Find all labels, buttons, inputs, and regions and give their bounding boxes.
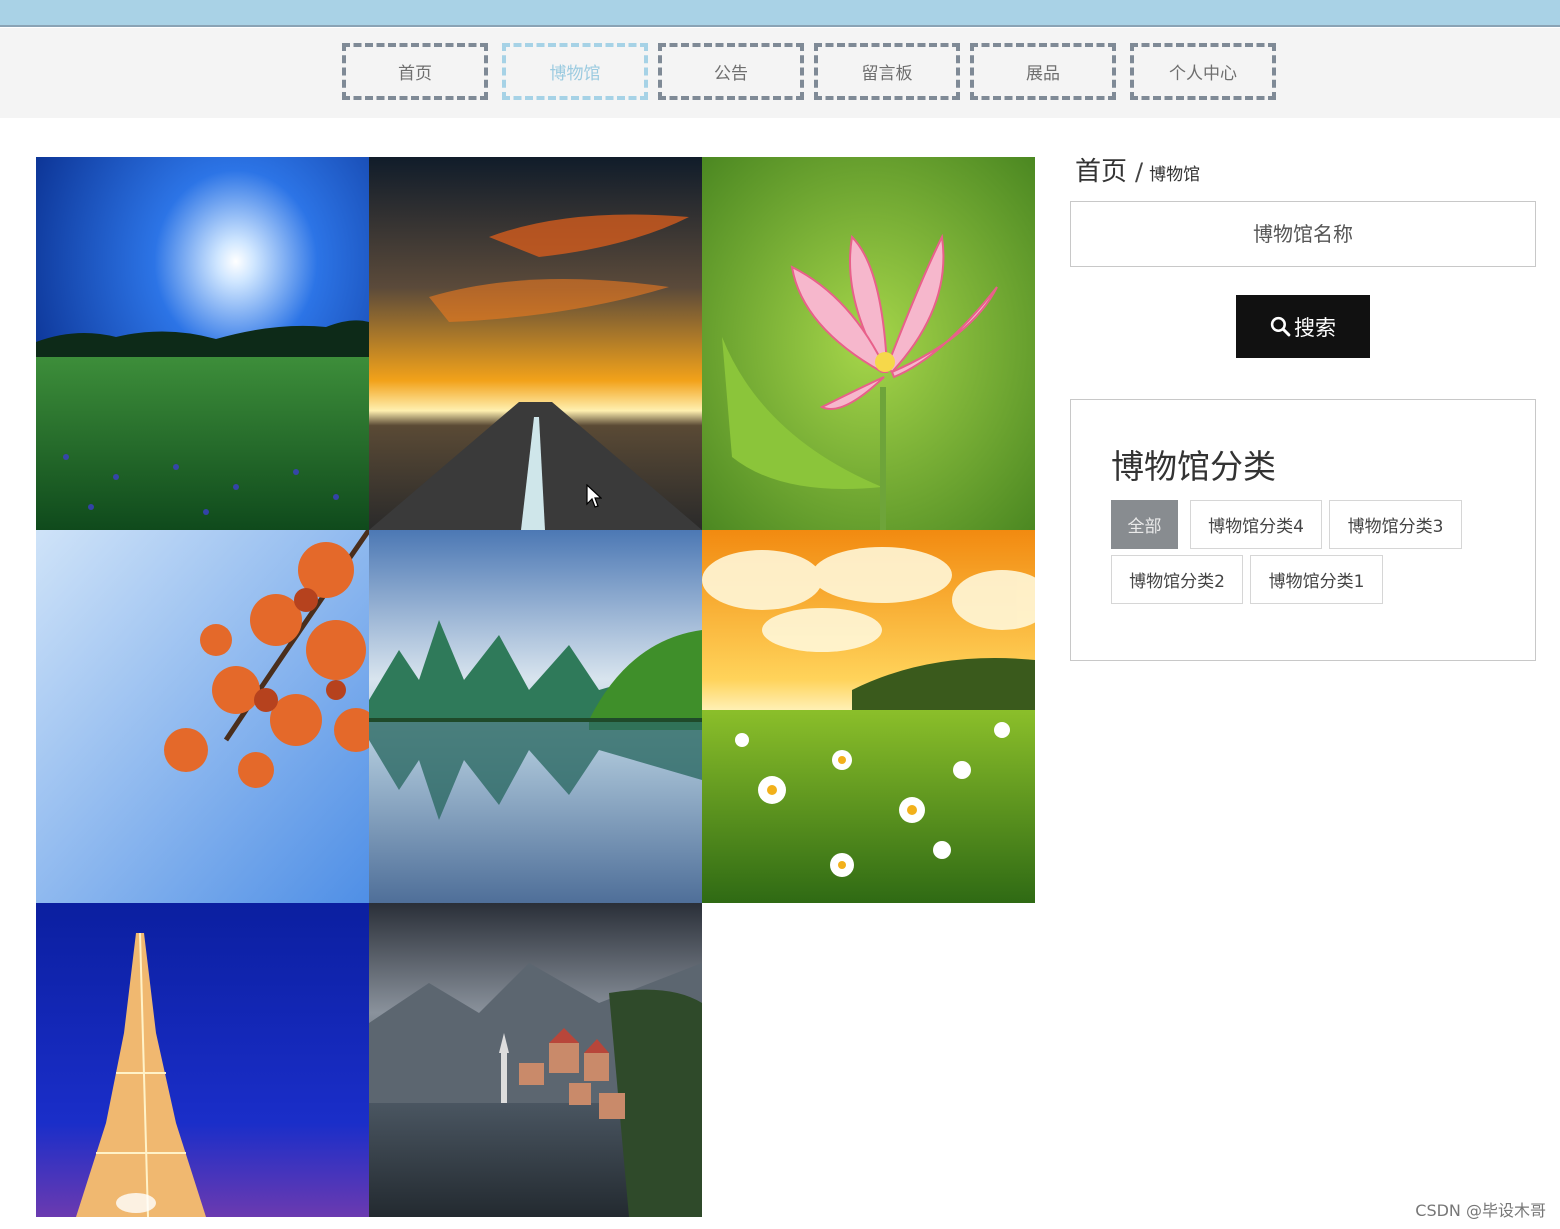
category-panel: 博物馆分类 全部 博物馆分类4 博物馆分类3 博物馆分类2 博物馆分类1	[1070, 399, 1536, 661]
category-title: 博物馆分类	[1111, 447, 1276, 486]
museum-image	[36, 903, 369, 1217]
museum-image-card[interactable]	[36, 903, 369, 1217]
breadcrumb-home[interactable]: 首页	[1075, 151, 1127, 188]
museum-image	[369, 530, 702, 903]
museum-image	[702, 157, 1035, 530]
breadcrumb-current: 博物馆	[1149, 165, 1201, 185]
category-item-3[interactable]: 博物馆分类3	[1329, 500, 1462, 549]
category-item-1[interactable]: 博物馆分类1	[1250, 555, 1383, 604]
top-strip	[0, 0, 1560, 27]
museum-name-search-input[interactable]	[1070, 201, 1536, 267]
nav-item-home[interactable]: 首页	[342, 43, 488, 100]
museum-image-card[interactable]	[369, 530, 702, 903]
museum-gallery	[36, 157, 1036, 1217]
category-item-2[interactable]: 博物馆分类2	[1111, 555, 1243, 604]
nav-item-exhibits[interactable]: 展品	[970, 43, 1116, 100]
museum-image-card[interactable]	[369, 157, 702, 530]
museum-image-card[interactable]	[702, 530, 1035, 903]
museum-image	[369, 903, 702, 1217]
museum-image-card[interactable]	[36, 530, 369, 903]
museum-image-card[interactable]	[702, 157, 1035, 530]
museum-image	[36, 530, 369, 903]
nav-item-personal-center[interactable]: 个人中心	[1130, 43, 1276, 100]
search-button-label: 搜索	[1294, 315, 1336, 340]
breadcrumb-separator: /	[1135, 158, 1144, 186]
nav-item-notice[interactable]: 公告	[658, 43, 804, 100]
main-nav: 首页 博物馆 公告 留言板 展品 个人中心	[0, 28, 1560, 118]
museum-image	[702, 530, 1035, 903]
category-all[interactable]: 全部	[1111, 500, 1178, 549]
museum-image-card[interactable]	[36, 157, 369, 530]
search-icon	[1270, 316, 1291, 337]
nav-item-message-board[interactable]: 留言板	[814, 43, 960, 100]
breadcrumb: 首页 / 博物馆	[1075, 151, 1201, 188]
category-item-4[interactable]: 博物馆分类4	[1190, 500, 1322, 549]
search-button[interactable]: 搜索	[1236, 295, 1370, 358]
museum-image-card[interactable]	[369, 903, 702, 1217]
watermark: CSDN @毕设木哥	[1415, 1201, 1546, 1220]
nav-item-museum[interactable]: 博物馆	[502, 43, 648, 100]
museum-image	[36, 157, 369, 530]
museum-image	[369, 157, 702, 530]
